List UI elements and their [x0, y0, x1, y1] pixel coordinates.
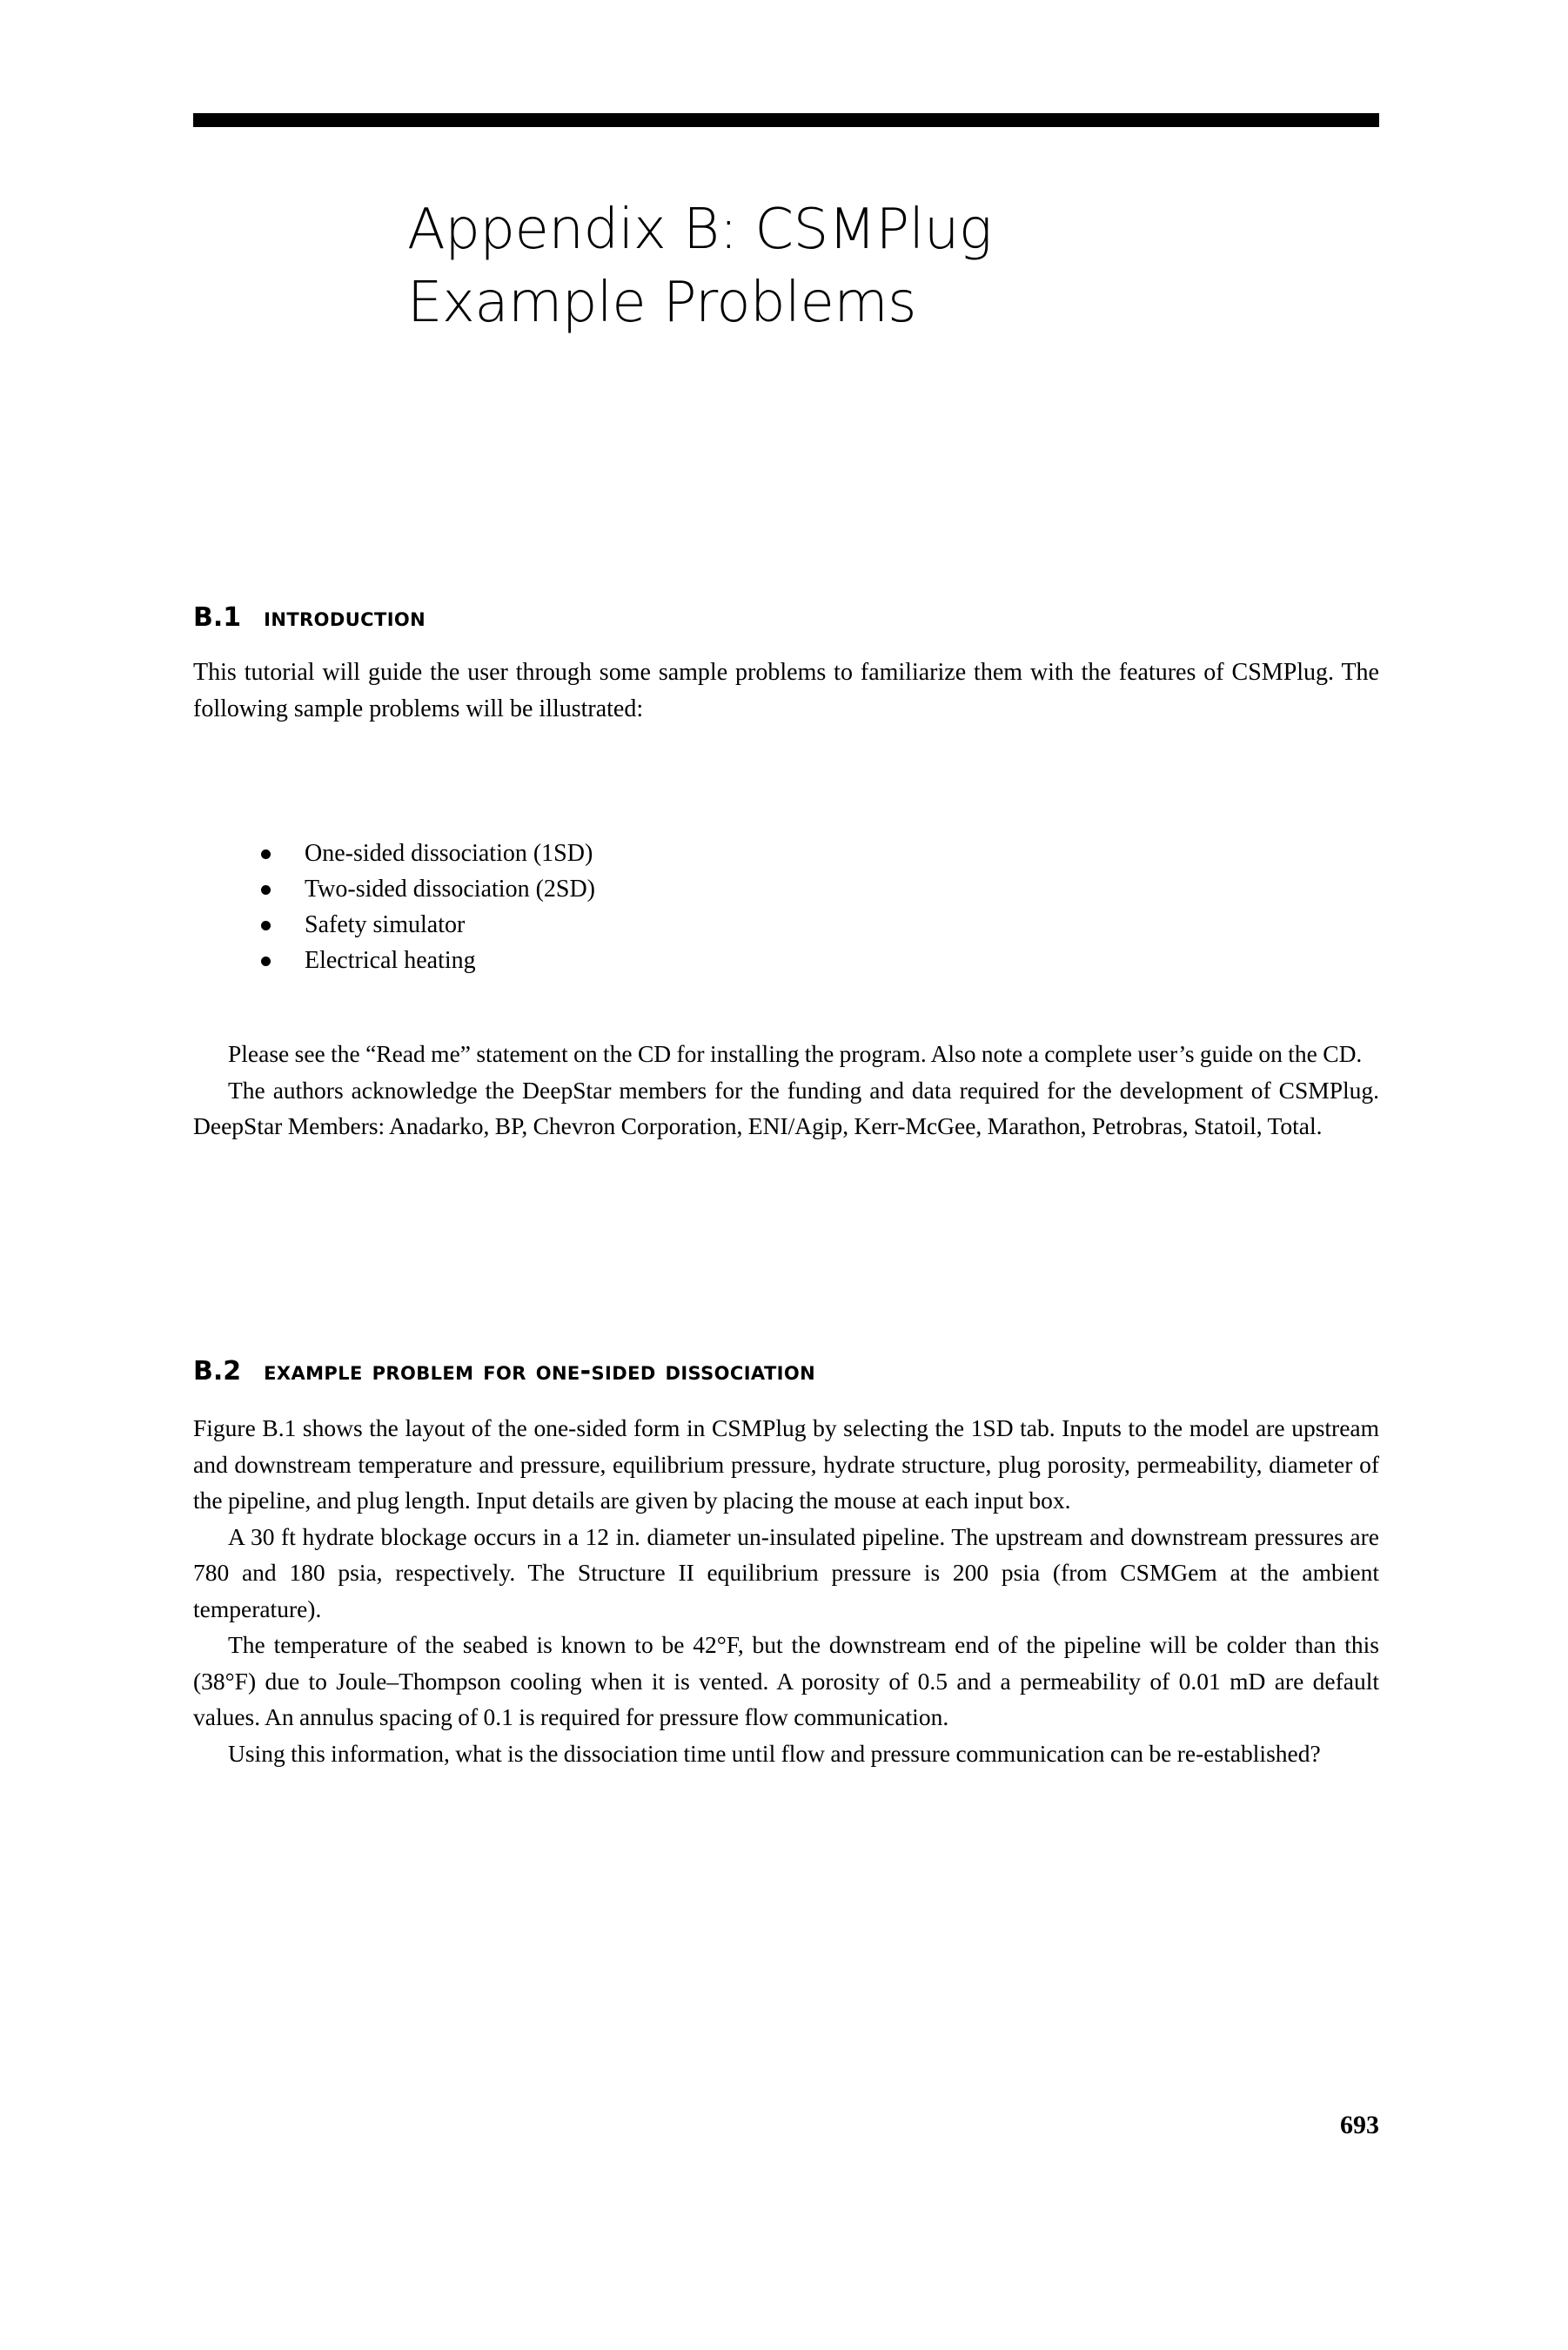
bullet-icon [261, 921, 271, 930]
section-number-b2: B.2 [193, 1356, 242, 1386]
page-title-line-2: Example Problems [407, 271, 917, 335]
list-item: One-sided dissociation (1SD) [258, 836, 1128, 871]
sample-problems-list: One-sided dissociation (1SD) Two-sided d… [258, 836, 1128, 978]
document-page: Appendix B: CSMPlug Example Problems B.1… [0, 0, 1568, 2350]
paragraph: Using this information, what is the diss… [228, 1739, 1321, 1767]
section-title-b1: Introduction [264, 602, 426, 633]
paragraph: Please see the “Read me” statement on th… [228, 1040, 1363, 1067]
bullet-icon [261, 957, 271, 966]
section-heading-b1: B.1 Introduction [193, 602, 1379, 633]
paragraph: Figure B.1 shows the layout of the one-s… [193, 1414, 1379, 1514]
list-item: Electrical heating [258, 943, 1128, 978]
list-item-label: Electrical heating [305, 947, 476, 974]
section-b1-body: Please see the “Read me” statement on th… [193, 1036, 1379, 1145]
page-title: Appendix B: CSMPlug Example Problems [407, 193, 1382, 339]
section-b2-body: Figure B.1 shows the layout of the one-s… [193, 1410, 1379, 1771]
paragraph: The temperature of the seabed is known t… [193, 1631, 1379, 1730]
list-item: Safety simulator [258, 907, 1128, 943]
paragraph: The authors acknowledge the DeepStar mem… [193, 1076, 1379, 1140]
list-item: Two-sided dissociation (2SD) [258, 871, 1128, 907]
bullet-icon [261, 885, 271, 895]
page-number: 693 [1340, 2111, 1379, 2139]
page-title-line-1: Appendix B: CSMPlug [407, 198, 992, 262]
section-title-b2: Example Problem for One-Sided Dissociati… [264, 1356, 816, 1386]
paragraph: This tutorial will guide the user throug… [193, 659, 1379, 722]
list-item-label: Safety simulator [305, 911, 466, 938]
chapter-rule [193, 113, 1379, 127]
paragraph: A 30 ft hydrate blockage occurs in a 12 … [193, 1522, 1379, 1622]
section-number-b1: B.1 [193, 602, 242, 633]
list-item-label: Two-sided dissociation (2SD) [305, 876, 596, 903]
section-heading-b2: B.2 Example Problem for One-Sided Dissoci… [193, 1356, 1379, 1386]
section-b1-intro: This tutorial will guide the user throug… [193, 655, 1379, 727]
list-item-label: One-sided dissociation (1SD) [305, 840, 593, 867]
bullet-icon [261, 849, 271, 859]
